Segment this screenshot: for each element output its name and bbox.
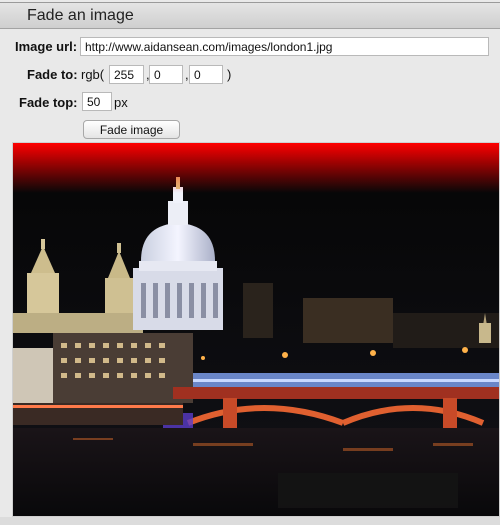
- image-url-input[interactable]: [80, 37, 489, 56]
- fade-to-label: Fade to:: [27, 67, 78, 82]
- panel-header: Fade an image: [0, 2, 500, 29]
- fade-blue-input[interactable]: [189, 65, 223, 84]
- fade-top-unit: px: [114, 95, 128, 110]
- fade-top-input[interactable]: [82, 92, 112, 111]
- london-night-photo: [13, 143, 499, 516]
- fade-top-label: Fade top:: [19, 95, 78, 110]
- fade-green-input[interactable]: [149, 65, 183, 84]
- fade-image-button[interactable]: Fade image: [83, 120, 180, 139]
- bottom-edge: [0, 517, 500, 525]
- red-fade-overlay: [13, 143, 499, 193]
- fade-red-input[interactable]: [109, 65, 144, 84]
- faded-image: [12, 142, 500, 517]
- image-url-label: Image url:: [15, 39, 78, 54]
- rgb-suffix: ): [227, 67, 232, 82]
- panel-title: Fade an image: [27, 7, 134, 24]
- rgb-prefix: rgb(: [81, 67, 105, 82]
